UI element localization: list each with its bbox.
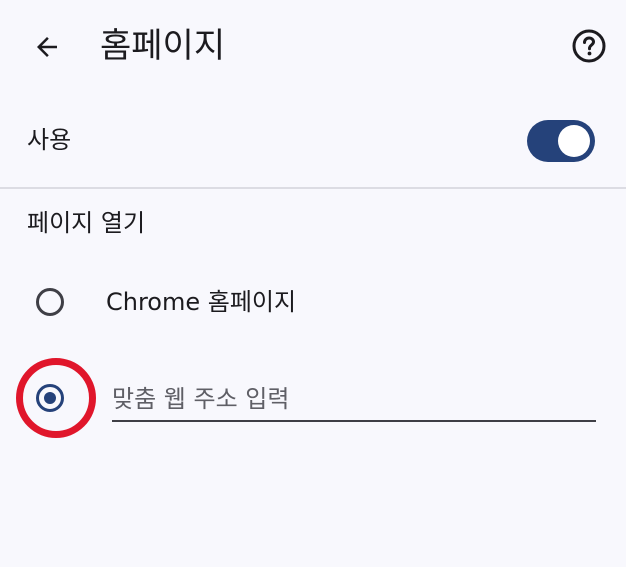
arrow-left-icon xyxy=(37,37,57,57)
radio-dot xyxy=(44,392,56,404)
page-title: 홈페이지 xyxy=(100,26,226,66)
use-setting-row[interactable]: 사용 xyxy=(0,104,626,176)
use-label: 사용 xyxy=(27,126,72,154)
app-bar: 홈페이지 xyxy=(0,0,626,92)
use-toggle-switch[interactable] xyxy=(527,120,595,162)
radio-checked[interactable] xyxy=(36,384,64,412)
option-label: Chrome 홈페이지 xyxy=(106,288,297,316)
radio-unchecked[interactable] xyxy=(36,288,64,316)
help-circle-icon xyxy=(572,29,606,63)
section-title-open-page: 페이지 열기 xyxy=(27,209,146,237)
help-button[interactable] xyxy=(571,28,607,64)
toggle-knob xyxy=(558,125,590,157)
back-button[interactable] xyxy=(26,26,68,68)
custom-url-input[interactable] xyxy=(112,378,596,422)
divider xyxy=(0,187,626,189)
option-chrome-homepage[interactable]: Chrome 홈페이지 xyxy=(0,268,626,340)
